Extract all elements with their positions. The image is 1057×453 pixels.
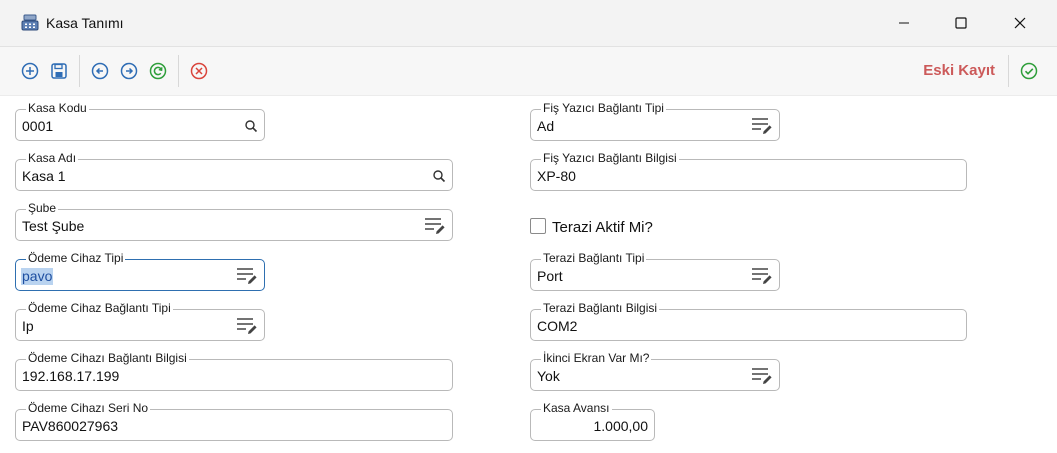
toolbar-separator (178, 55, 179, 87)
ikinci-ekran-label: İkinci Ekran Var Mı? (541, 351, 652, 365)
list-edit-icon[interactable] (751, 366, 773, 386)
maximize-button[interactable] (938, 0, 984, 46)
list-edit-icon[interactable] (236, 266, 258, 286)
kasa-adi-value[interactable]: Kasa 1 (22, 168, 66, 185)
window-title: Kasa Tanımı (46, 15, 124, 31)
list-edit-icon[interactable] (236, 316, 258, 336)
ikinci-ekran-field[interactable]: İkinci Ekran Var Mı? Yok (530, 351, 780, 391)
odeme-cihazi-baglanti-bilgisi-value[interactable]: 192.168.17.199 (22, 368, 119, 385)
odeme-cihaz-baglanti-tipi-field[interactable]: Ödeme Cihaz Bağlantı Tipi Ip (15, 301, 265, 341)
terazi-baglanti-tipi-value[interactable]: Port (537, 268, 563, 285)
title-bar: Kasa Tanımı (0, 0, 1057, 47)
ikinci-ekran-value[interactable]: Yok (537, 368, 560, 385)
terazi-aktif-checkbox[interactable] (530, 218, 546, 234)
fis-yazici-baglanti-tipi-value[interactable]: Ad (537, 118, 554, 135)
kasa-avansi-label: Kasa Avansı (541, 401, 612, 415)
kasa-kodu-value[interactable]: 0001 (22, 118, 53, 135)
odeme-cihazi-seri-no-label: Ödeme Cihazı Seri No (26, 401, 151, 415)
toolbar: Eski Kayıt (0, 47, 1057, 96)
toolbar-separator (79, 55, 80, 87)
odeme-cihazi-seri-no-field[interactable]: Ödeme Cihazı Seri No PAV860027963 (15, 401, 453, 441)
sube-label: Şube (26, 201, 59, 215)
close-icon (1014, 17, 1026, 29)
odeme-cihazi-baglanti-bilgisi-label: Ödeme Cihazı Bağlantı Bilgisi (26, 351, 189, 365)
odeme-cihazi-baglanti-bilgisi-field[interactable]: Ödeme Cihazı Bağlantı Bilgisi 192.168.17… (15, 351, 453, 391)
list-edit-icon[interactable] (424, 216, 446, 236)
terazi-baglanti-bilgisi-label: Terazi Bağlantı Bilgisi (541, 301, 660, 315)
refresh-icon[interactable] (148, 61, 168, 81)
minimize-icon (899, 22, 909, 24)
odeme-cihaz-tipi-value[interactable]: pavo (21, 268, 54, 285)
terazi-baglanti-tipi-label: Terazi Bağlantı Tipi (541, 251, 647, 265)
fis-yazici-baglanti-tipi-label: Fiş Yazıcı Bağlantı Tipi (541, 101, 666, 115)
search-icon[interactable] (244, 119, 258, 133)
cash-register-icon (21, 14, 39, 31)
add-circle-icon[interactable] (20, 61, 40, 81)
list-edit-icon[interactable] (751, 266, 773, 286)
fis-yazici-baglanti-bilgisi-field[interactable]: Fiş Yazıcı Bağlantı Bilgisi XP-80 (530, 151, 967, 191)
kasa-adi-field[interactable]: Kasa Adı Kasa 1 (15, 151, 453, 191)
fis-yazici-baglanti-bilgisi-label: Fiş Yazıcı Bağlantı Bilgisi (541, 151, 679, 165)
search-icon[interactable] (432, 169, 446, 183)
odeme-cihaz-baglanti-tipi-label: Ödeme Cihaz Bağlantı Tipi (26, 301, 173, 315)
kasa-kodu-label: Kasa Kodu (26, 101, 89, 115)
maximize-icon (955, 17, 967, 29)
terazi-baglanti-bilgisi-field[interactable]: Terazi Bağlantı Bilgisi COM2 (530, 301, 967, 341)
save-icon[interactable] (49, 61, 69, 81)
next-icon[interactable] (119, 61, 139, 81)
odeme-cihaz-baglanti-tipi-value[interactable]: Ip (22, 318, 34, 335)
sube-value[interactable]: Test Şube (22, 218, 84, 235)
fis-yazici-baglanti-bilgisi-value[interactable]: XP-80 (537, 168, 576, 185)
sube-field[interactable]: Şube Test Şube (15, 201, 453, 241)
fis-yazici-baglanti-tipi-field[interactable]: Fiş Yazıcı Bağlantı Tipi Ad (530, 101, 780, 141)
eski-kayit-button[interactable]: Eski Kayıt (923, 62, 995, 79)
minimize-button[interactable] (881, 0, 927, 46)
terazi-aktif-label[interactable]: Terazi Aktif Mi? (552, 219, 653, 236)
odeme-cihaz-tipi-field[interactable]: Ödeme Cihaz Tipi pavo (15, 251, 265, 291)
toolbar-separator (1008, 55, 1009, 87)
terazi-baglanti-tipi-field[interactable]: Terazi Bağlantı Tipi Port (530, 251, 780, 291)
odeme-cihazi-seri-no-value[interactable]: PAV860027963 (22, 418, 118, 435)
odeme-cihaz-tipi-label: Ödeme Cihaz Tipi (26, 251, 126, 265)
close-button[interactable] (997, 0, 1043, 46)
prev-icon[interactable] (90, 61, 110, 81)
kasa-avansi-field[interactable]: Kasa Avansı 1.000,00 (530, 401, 655, 441)
kasa-adi-label: Kasa Adı (26, 151, 79, 165)
kasa-kodu-field[interactable]: Kasa Kodu 0001 (15, 101, 265, 141)
terazi-baglanti-bilgisi-value[interactable]: COM2 (537, 318, 577, 335)
kasa-avansi-value[interactable]: 1.000,00 (594, 418, 649, 435)
cancel-icon[interactable] (189, 61, 209, 81)
list-edit-icon[interactable] (751, 116, 773, 136)
check-circle-icon[interactable] (1019, 61, 1039, 81)
